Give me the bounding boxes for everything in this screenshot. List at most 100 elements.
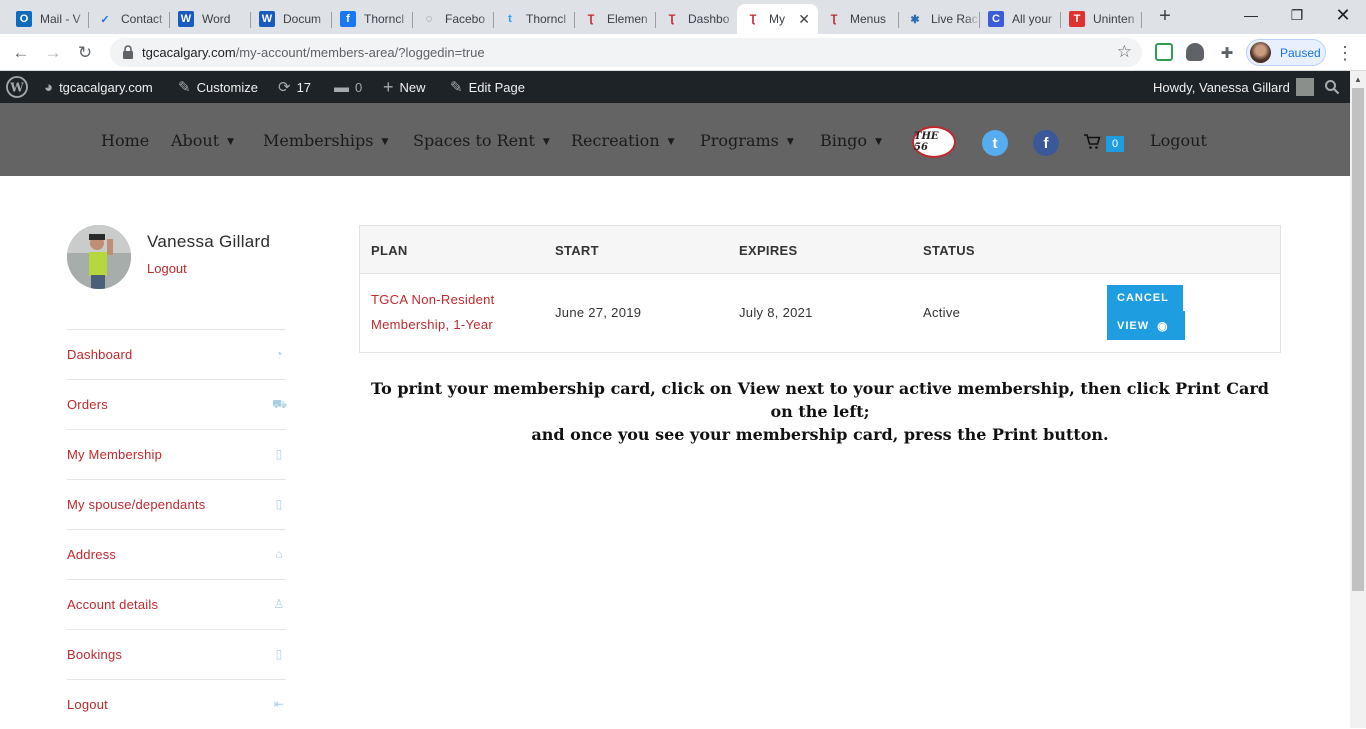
search-icon[interactable]: [1324, 71, 1340, 103]
svg-text:W: W: [9, 81, 24, 95]
customize-link[interactable]: ✎ Customize: [178, 71, 258, 103]
more-menu-icon[interactable]: ⋮: [1333, 41, 1357, 65]
document-icon: ▯: [275, 497, 283, 511]
home-icon: ⌂: [275, 547, 283, 561]
browser-tab[interactable]: ✓ Contact: [89, 4, 170, 34]
browser-tab[interactable]: Ʈ Menus: [818, 4, 899, 34]
site-name-link[interactable]: ◕ tgcacalgary.com: [44, 71, 153, 103]
column-header-expires: EXPIRES: [739, 243, 798, 258]
tab-title: All your: [1012, 12, 1053, 26]
browser-tab[interactable]: Ʈ Dashbo: [656, 4, 737, 34]
browser-tab[interactable]: C All your: [980, 4, 1061, 34]
puzzle-icon[interactable]: ✚: [1215, 41, 1239, 65]
comment-icon: ▬: [334, 78, 349, 96]
cancel-button[interactable]: CANCEL: [1107, 285, 1183, 311]
nav-programs[interactable]: Programs ▼: [700, 131, 794, 150]
the-56-logo[interactable]: THE 56: [912, 126, 956, 158]
user-logout-link[interactable]: Logout: [147, 261, 187, 276]
browser-tab[interactable]: T Uninten: [1061, 4, 1142, 34]
tab-title: Live Rac: [931, 12, 978, 26]
plan-link[interactable]: TGCA Non-Resident Membership, 1-Year: [371, 287, 495, 337]
restore-button[interactable]: ❐: [1274, 0, 1320, 30]
scroll-up-arrow-icon[interactable]: ▲: [1350, 71, 1366, 88]
scrollbar-thumb[interactable]: [1352, 88, 1364, 591]
sidebar-item-label: Bookings: [67, 647, 123, 662]
tab-title: Facebo: [445, 12, 486, 26]
tab-title: Uninten: [1093, 12, 1135, 26]
sidebar-item-logout[interactable]: Logout ⇤: [67, 679, 286, 729]
brush-icon: ✎: [178, 79, 191, 96]
sidebar-item-bookings[interactable]: Bookings ▯: [67, 629, 286, 679]
sidebar-item-label: Orders: [67, 397, 108, 412]
minimize-button[interactable]: —: [1228, 0, 1274, 30]
browser-tab[interactable]: W Word: [170, 4, 251, 34]
document-icon: ▯: [275, 647, 283, 661]
back-button[interactable]: ←: [9, 41, 33, 65]
sidebar-item-label: Address: [67, 547, 117, 562]
tab-favicon-icon: ✱: [910, 13, 920, 26]
updates-icon: ⟳: [278, 79, 291, 96]
browser-tab[interactable]: O Mail - V: [8, 4, 89, 34]
browser-tab[interactable]: f Thorncl: [332, 4, 413, 34]
browser-tab[interactable]: Ʈ Elemen: [575, 4, 656, 34]
tab-favicon-icon: T: [1069, 11, 1085, 27]
tab-favicon-icon: W: [178, 11, 194, 27]
table-header: PLAN START EXPIRES STATUS: [360, 226, 1280, 274]
extension-icon[interactable]: [1186, 43, 1204, 61]
nav-memberships[interactable]: Memberships ▼: [263, 131, 388, 150]
browser-tab[interactable]: ✱ Live Rac: [899, 4, 980, 34]
browser-tab[interactable]: ◌ Facebo: [413, 4, 494, 34]
sidebar-item-dashboard[interactable]: Dashboard ◔: [67, 329, 286, 379]
expires-date: July 8, 2021: [739, 305, 813, 320]
nav-logout[interactable]: Logout: [1150, 131, 1207, 150]
sidebar-item-my-membership[interactable]: My Membership ▯: [67, 429, 286, 479]
extension-icon[interactable]: [1155, 43, 1173, 61]
browser-tab[interactable]: t Thorncl: [494, 4, 575, 34]
chevron-down-icon: ▼: [667, 136, 675, 147]
browser-tab[interactable]: W Docum: [251, 4, 332, 34]
sidebar-item-my-spouse-dependants[interactable]: My spouse/dependants ▯: [67, 479, 286, 529]
bookmark-star-icon[interactable]: ☆: [1117, 42, 1132, 62]
sidebar-item-account-details[interactable]: Account details ♙: [67, 579, 286, 629]
address-bar[interactable]: tgcacalgary.com/my-account/members-area/…: [110, 38, 1142, 67]
forward-button[interactable]: →: [41, 41, 65, 65]
view-button[interactable]: VIEW ◉: [1107, 311, 1185, 340]
sidebar-item-label: My Membership: [67, 447, 163, 462]
my-account-link[interactable]: Howdy, Vanessa Gillard: [1153, 71, 1314, 103]
close-window-button[interactable]: ✕: [1320, 0, 1366, 30]
sidebar-item-label: Dashboard: [67, 347, 133, 362]
new-tab-button[interactable]: +: [1155, 6, 1175, 26]
tab-title: Word: [202, 12, 231, 26]
tab-title: Elemen: [607, 12, 648, 26]
site-header: Home About ▼ Memberships ▼ Spaces to Rent ▼…: [0, 103, 1350, 176]
tab-favicon-icon: Ʈ: [587, 13, 595, 25]
nav-home[interactable]: Home: [101, 131, 149, 150]
browser-tab-strip: O Mail - V ✓ Contact W Word W Docum f Thorncl ◌ Fac…: [0, 0, 1366, 34]
new-content-link[interactable]: + New: [383, 71, 426, 103]
plus-icon: +: [383, 76, 394, 97]
nav-bingo[interactable]: Bingo ▼: [820, 131, 882, 150]
reload-button[interactable]: ↻: [73, 41, 97, 65]
tab-title: Thorncl: [526, 12, 567, 26]
tab-favicon-icon: ✓: [100, 13, 110, 26]
cart-icon[interactable]: [1083, 133, 1101, 155]
updates-link[interactable]: ⟳ 17: [278, 71, 311, 103]
profile-button[interactable]: Paused: [1246, 39, 1326, 66]
tab-favicon-icon: C: [988, 11, 1004, 27]
edit-page-link[interactable]: ✎ Edit Page: [450, 71, 525, 103]
wordpress-logo-icon[interactable]: W: [6, 71, 28, 103]
facebook-icon[interactable]: f: [1033, 130, 1059, 156]
nav-spaces-to-rent[interactable]: Spaces to Rent ▼: [413, 131, 550, 150]
tab-title: My: [769, 12, 785, 26]
sidebar-item-orders[interactable]: Orders ⛟: [67, 379, 287, 429]
sidebar-item-address[interactable]: Address ⌂: [67, 529, 286, 579]
document-icon: ▯: [275, 447, 283, 461]
browser-tab[interactable]: Ʈ My ✕: [737, 4, 818, 34]
comments-link[interactable]: ▬ 0: [334, 71, 362, 103]
nav-about[interactable]: About ▼: [171, 131, 234, 150]
tab-title: Menus: [850, 12, 887, 26]
close-tab-icon[interactable]: ✕: [798, 11, 810, 28]
url-text: tgcacalgary.com/my-account/members-area/…: [142, 45, 485, 60]
twitter-icon[interactable]: t: [982, 130, 1008, 156]
nav-recreation[interactable]: Recreation ▼: [571, 131, 675, 150]
